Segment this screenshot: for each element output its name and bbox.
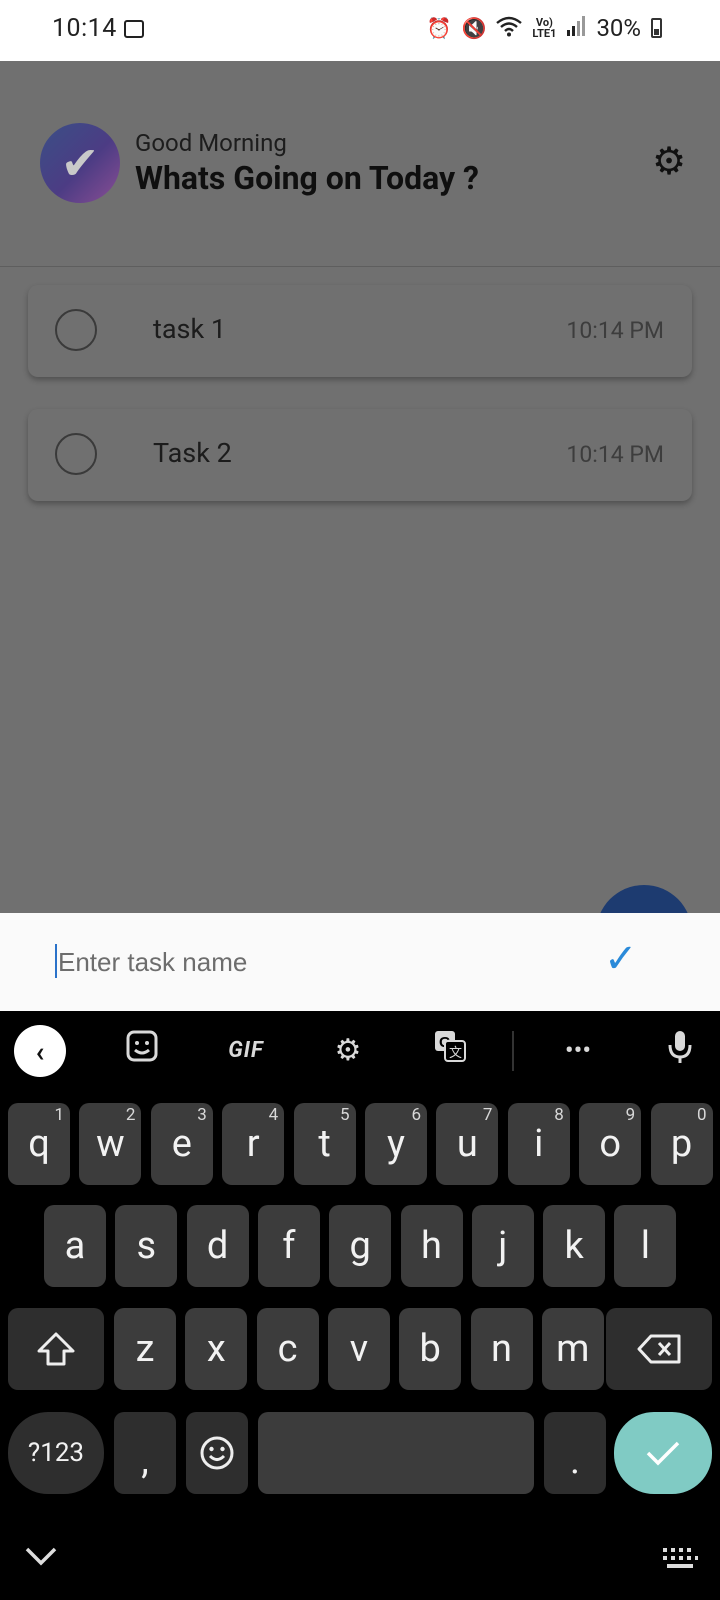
key-label: r — [246, 1122, 260, 1166]
key-u[interactable]: u7 — [436, 1103, 499, 1185]
task-checkbox[interactable] — [55, 433, 97, 475]
period-key[interactable]: . — [544, 1412, 606, 1494]
key-p[interactable]: p0 — [650, 1103, 713, 1185]
key-z[interactable]: z — [114, 1308, 176, 1390]
key-label: t — [318, 1122, 331, 1166]
emoji-icon[interactable] — [186, 1412, 248, 1494]
key-label: y — [387, 1122, 405, 1166]
key-j[interactable]: j — [471, 1205, 534, 1287]
key-r[interactable]: r4 — [222, 1103, 285, 1185]
key-t[interactable]: t5 — [293, 1103, 356, 1185]
status-time: 10:14 — [52, 14, 117, 43]
key-l[interactable]: l — [614, 1205, 677, 1287]
enter-key[interactable] — [614, 1412, 712, 1494]
status-bar: 10:14 ⏰ 🔇 Vo) LTE1 30% — [0, 0, 720, 61]
key-label: i — [534, 1122, 544, 1166]
key-g[interactable]: g — [329, 1205, 392, 1287]
key-number-hint: 6 — [411, 1105, 421, 1125]
key-number-hint: 2 — [125, 1105, 136, 1125]
key-d[interactable]: d — [186, 1205, 249, 1287]
task-time: 10:14 PM — [566, 317, 664, 344]
chevron-left-icon[interactable]: ‹ — [14, 1025, 66, 1077]
status-icons: ⏰ 🔇 Vo) LTE1 30% — [427, 14, 662, 42]
settings-gear-icon[interactable]: ⚙ — [326, 1029, 370, 1073]
battery-icon — [651, 18, 662, 38]
key-k[interactable]: k — [543, 1205, 606, 1287]
key-label: w — [96, 1122, 125, 1166]
task-name-input[interactable] — [56, 941, 530, 983]
comma-key-label: , — [141, 1439, 149, 1483]
period-key-label: . — [569, 1439, 581, 1483]
key-label: u — [456, 1122, 478, 1166]
backspace-key[interactable] — [606, 1308, 712, 1390]
symbols-key[interactable]: ?123 — [8, 1412, 104, 1494]
task-checkbox[interactable] — [55, 309, 97, 351]
key-b[interactable]: b — [399, 1308, 462, 1390]
task-name: task 1 — [153, 313, 227, 345]
page-title: Whats Going on Today ? — [135, 159, 479, 197]
check-icon[interactable]: ✓ — [604, 939, 638, 979]
gear-icon[interactable]: ⚙ — [652, 143, 686, 181]
svg-text:文: 文 — [449, 1045, 462, 1060]
key-number-hint: 9 — [625, 1105, 636, 1125]
key-number-hint: 0 — [697, 1105, 707, 1125]
key-number-hint: 4 — [268, 1105, 279, 1125]
app-logo-check-icon: ✔ — [40, 123, 120, 203]
alarm-icon: ⏰ — [426, 16, 452, 40]
key-q[interactable]: q1 — [8, 1103, 70, 1185]
shift-key[interactable] — [8, 1308, 104, 1390]
gif-button[interactable]: GIF — [218, 1029, 274, 1073]
key-number-hint: 7 — [482, 1105, 493, 1125]
key-f[interactable]: f — [257, 1205, 320, 1287]
key-o[interactable]: o9 — [579, 1103, 642, 1185]
task-item[interactable]: task 1 10:14 PM — [28, 285, 692, 377]
task-input-bar: ✓ — [0, 913, 720, 1011]
key-number-hint: 5 — [340, 1105, 350, 1125]
greeting: Good Morning — [135, 129, 287, 157]
toolbar-divider — [512, 1031, 514, 1071]
key-w[interactable]: w2 — [79, 1103, 142, 1185]
more-icon[interactable]: ••• — [560, 1029, 596, 1073]
battery-level: 30% — [596, 14, 641, 42]
translate-icon[interactable]: G文 — [428, 1029, 472, 1076]
key-m[interactable]: m — [541, 1308, 604, 1390]
key-number-hint: 3 — [197, 1105, 207, 1125]
key-i[interactable]: i8 — [507, 1103, 570, 1185]
key-n[interactable]: n — [470, 1308, 533, 1390]
key-v[interactable]: v — [327, 1308, 390, 1390]
key-number-hint: 1 — [54, 1105, 64, 1125]
comma-key[interactable]: , — [114, 1412, 176, 1494]
key-s[interactable]: s — [115, 1205, 178, 1287]
task-name: Task 2 — [153, 437, 232, 469]
space-key[interactable] — [258, 1412, 534, 1494]
soft-keyboard: ‹ GIF ⚙ G文 ••• — [0, 1011, 720, 1600]
key-h[interactable]: h — [400, 1205, 463, 1287]
keyboard-switch-icon[interactable] — [662, 1547, 698, 1577]
key-c[interactable]: c — [256, 1308, 319, 1390]
microphone-icon[interactable] — [664, 1029, 696, 1078]
key-number-hint: 8 — [554, 1105, 564, 1125]
key-a[interactable]: a — [44, 1205, 106, 1287]
key-label: o — [599, 1122, 622, 1166]
keyboard-toolbar: ‹ GIF ⚙ G文 ••• — [0, 1011, 720, 1091]
key-label: p — [670, 1122, 693, 1166]
task-item[interactable]: Task 2 10:14 PM — [28, 409, 692, 501]
signal-icon — [566, 15, 586, 41]
wifi-icon — [496, 15, 523, 42]
key-e[interactable]: e3 — [150, 1103, 213, 1185]
mute-icon: 🔇 — [461, 16, 487, 40]
header: ✔ Good Morning Whats Going on Today ? ⚙ — [0, 61, 720, 267]
hide-keyboard-chevron-down-icon[interactable] — [24, 1540, 58, 1575]
app-screen: ✔ Good Morning Whats Going on Today ? ⚙ … — [0, 61, 720, 981]
sticker-icon[interactable] — [122, 1029, 162, 1076]
key-label: q — [28, 1122, 50, 1166]
key-x[interactable]: x — [185, 1308, 248, 1390]
key-label: e — [171, 1122, 192, 1166]
volte-icon: Vo) LTE1 — [532, 16, 557, 40]
task-time: 10:14 PM — [566, 441, 664, 468]
gallery-icon — [124, 20, 144, 38]
key-y[interactable]: y6 — [365, 1103, 427, 1185]
